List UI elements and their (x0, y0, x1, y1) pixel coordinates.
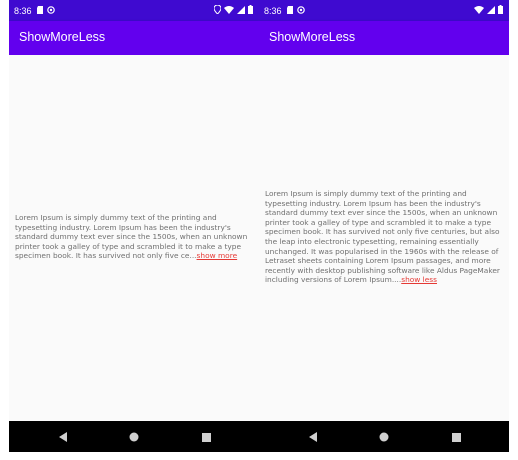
location-icon (213, 4, 222, 16)
signal-icon (487, 5, 495, 16)
screen-collapsed: 8:36 ShowMoreLess Lorem Ipsum is simply … (9, 0, 259, 452)
wifi-icon (474, 5, 484, 16)
back-icon[interactable] (307, 431, 319, 443)
app-title: ShowMoreLess (19, 30, 106, 44)
signal-icon (237, 5, 245, 16)
wifi-icon (224, 5, 234, 16)
lorem-text-expanded: Lorem Ipsum is simply dummy text of the … (265, 189, 505, 285)
status-bar: 8:36 (9, 0, 259, 21)
recents-icon[interactable] (200, 431, 212, 443)
battery-icon (248, 5, 253, 16)
content-area: Lorem Ipsum is simply dummy text of the … (259, 55, 509, 421)
screen-expanded: 8:36 ShowMoreLess Lorem Ipsum is simply … (259, 0, 509, 452)
app-bar: ShowMoreLess (9, 21, 259, 55)
back-icon[interactable] (57, 431, 69, 443)
body-text: Lorem Ipsum is simply dummy text of the … (265, 189, 500, 285)
show-less-link[interactable]: show less (401, 275, 437, 284)
content-area: Lorem Ipsum is simply dummy text of the … (9, 55, 259, 421)
at-sign-icon (46, 5, 55, 16)
battery-icon (498, 5, 503, 16)
recents-icon[interactable] (450, 431, 462, 443)
nav-bar (259, 421, 509, 452)
at-sign-icon (296, 5, 305, 16)
app-title: ShowMoreLess (269, 30, 356, 44)
status-time: 8:36 (264, 5, 282, 16)
app-bar: ShowMoreLess (259, 21, 509, 55)
sd-card-icon (286, 5, 294, 16)
nav-bar (9, 421, 259, 452)
home-icon[interactable] (378, 431, 390, 443)
status-time: 8:36 (14, 5, 32, 16)
status-bar: 8:36 (259, 0, 509, 21)
sd-card-icon (36, 5, 44, 16)
show-more-link[interactable]: show more (197, 251, 238, 260)
home-icon[interactable] (128, 431, 140, 443)
lorem-text-collapsed: Lorem Ipsum is simply dummy text of the … (15, 213, 255, 261)
